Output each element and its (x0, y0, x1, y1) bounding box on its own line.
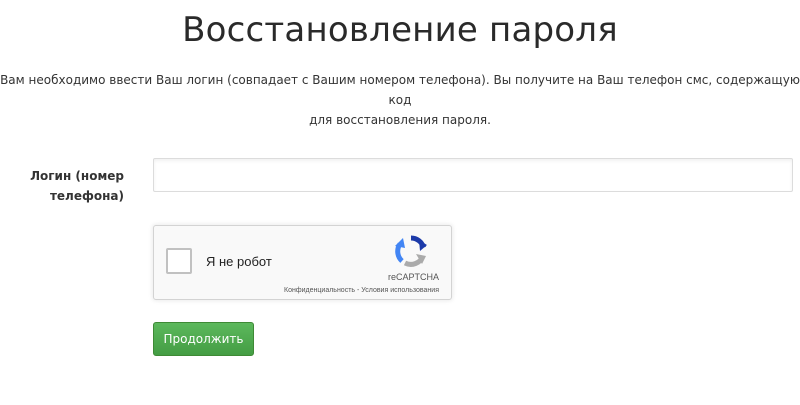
recaptcha-checkbox[interactable] (166, 248, 192, 274)
description-line-1: Вам необходимо ввести Ваш логин (совпада… (0, 73, 800, 107)
login-input[interactable] (153, 158, 793, 192)
page-title: Восстановление пароля (182, 10, 618, 50)
recaptcha-widget: Я не робот reCAPTCHA Конфиденциальность … (153, 225, 452, 300)
recaptcha-privacy-link[interactable]: Конфиденциальность (284, 287, 355, 294)
login-field-label: Логин (номер телефона) (20, 166, 124, 206)
recaptcha-links: Конфиденциальность - Условия использован… (284, 287, 439, 294)
login-label-line-2: телефона) (49, 189, 124, 203)
description-line-2: для восстановления пароля. (309, 113, 491, 127)
recaptcha-label: Я не робот (206, 254, 272, 269)
page-description: Вам необходимо ввести Ваш логин (совпада… (0, 70, 800, 130)
recaptcha-terms-link[interactable]: Условия использования (361, 287, 439, 294)
recaptcha-brand: reCAPTCHA (387, 272, 439, 282)
continue-button[interactable]: Продолжить (153, 322, 254, 356)
login-label-line-1: Логин (номер (30, 169, 124, 183)
recaptcha-logo-icon (395, 235, 427, 267)
